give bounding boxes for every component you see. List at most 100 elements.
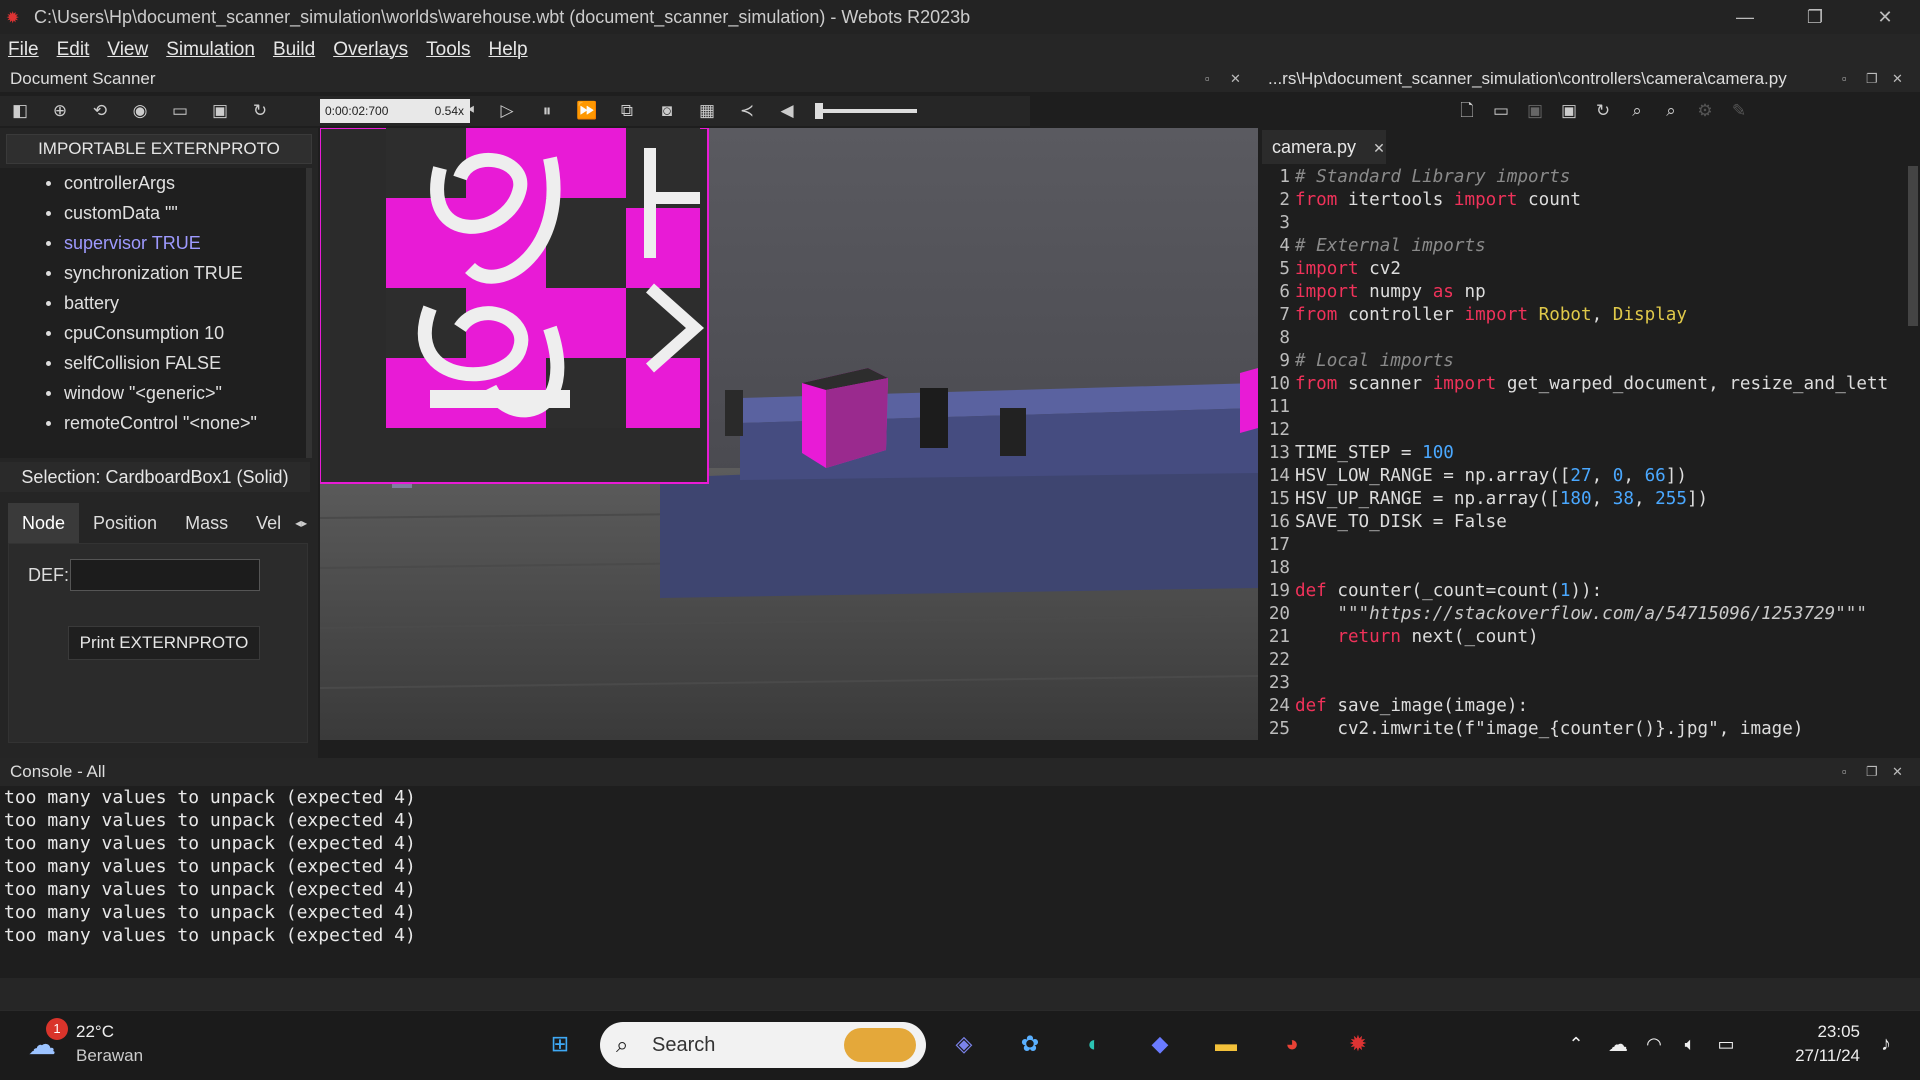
code-text: import numpy as np	[1295, 282, 1486, 302]
menu-view[interactable]: View	[107, 39, 148, 61]
field-item[interactable]: controllerArgs	[0, 168, 310, 198]
code-scrollbar[interactable]	[1908, 166, 1918, 326]
volume-icon[interactable]: ◀	[774, 98, 800, 124]
step-icon[interactable]: ▷	[494, 98, 520, 124]
rendering-icon[interactable]: ⧉	[614, 98, 640, 124]
close-panel-icon[interactable]: ✕	[1892, 66, 1903, 92]
open-world-icon[interactable]: ▭	[167, 98, 193, 124]
volume-tray-icon[interactable]: 🔈︎	[1670, 1024, 1710, 1064]
save-file-icon[interactable]: ▣	[1522, 98, 1548, 124]
taskbar-search-box[interactable]: ⌕ Search	[600, 1022, 926, 1068]
field-item[interactable]: selfCollision FALSE	[0, 348, 310, 378]
windows-start-icon[interactable]: ⊞	[540, 1024, 580, 1064]
weather-widget[interactable]: ☁ 1 22°C Berawan	[24, 1018, 184, 1070]
undock-icon[interactable]: ▫	[1842, 66, 1847, 92]
reload-world-icon[interactable]: ↻	[247, 98, 273, 124]
build-icon[interactable]: ⚙	[1692, 98, 1718, 124]
code-line: 14 HSV_LOW_RANGE = np.array([27, 0, 66])	[1262, 465, 1910, 488]
chevron-up-icon[interactable]: ⌃	[1556, 1024, 1596, 1064]
field-item-selected[interactable]: supervisor TRUE	[0, 228, 310, 258]
reset-view-icon[interactable]: ⟲	[87, 98, 113, 124]
onedrive-icon[interactable]: ☁	[1598, 1024, 1638, 1064]
close-panel-icon[interactable]: ✕	[1230, 66, 1241, 92]
code-text: def counter(_count=count(1)):	[1295, 581, 1603, 601]
line-number: 4	[1279, 236, 1290, 256]
field-item[interactable]: synchronization TRUE	[0, 258, 310, 288]
volume-slider-handle[interactable]	[815, 103, 823, 119]
menu-tools[interactable]: Tools	[426, 39, 470, 61]
save-all-icon[interactable]: ▣	[1556, 98, 1582, 124]
replace-icon[interactable]: ⌕	[1658, 98, 1684, 124]
revert-icon[interactable]: ↻	[1590, 98, 1616, 124]
tab-mass[interactable]: Mass	[171, 503, 242, 543]
bing-icon[interactable]: ◆	[1140, 1024, 1180, 1064]
webots-taskbar-icon[interactable]: ✹	[1338, 1024, 1378, 1064]
close-window-button[interactable]: ✕	[1850, 0, 1920, 34]
tab-scroll-arrows-icon[interactable]: ◂▸	[295, 516, 307, 530]
menu-help[interactable]: Help	[489, 39, 528, 61]
undock-icon[interactable]: ▫	[1842, 764, 1847, 779]
add-node-icon[interactable]: ⊕	[47, 98, 73, 124]
record-video-icon[interactable]: ▦	[694, 98, 720, 124]
minimize-button[interactable]: —	[1710, 0, 1780, 34]
field-item[interactable]: cpuConsumption 10	[0, 318, 310, 348]
find-icon[interactable]: ⌕	[1624, 98, 1650, 124]
menu-file[interactable]: File	[8, 39, 39, 61]
field-list-scrollbar[interactable]	[306, 168, 312, 458]
importable-externproto-button[interactable]: IMPORTABLE EXTERNPROTO	[6, 134, 312, 164]
code-text: HSV_LOW_RANGE = np.array([27, 0, 66])	[1295, 466, 1687, 486]
field-item[interactable]: customData ""	[0, 198, 310, 228]
code-line: 22	[1262, 649, 1910, 672]
field-item[interactable]: remoteControl "<none>"	[0, 408, 310, 438]
menu-overlays[interactable]: Overlays	[333, 39, 408, 61]
code-text: """https://stackoverflow.com/a/54715096/…	[1337, 604, 1867, 624]
pause-icon[interactable]: ⏸	[534, 98, 560, 124]
file-explorer-icon[interactable]: ▬	[1206, 1024, 1246, 1064]
share-icon[interactable]: ≺	[734, 98, 760, 124]
tab-node[interactable]: Node	[8, 503, 80, 543]
restore-button[interactable]: ❐	[1780, 0, 1850, 34]
fast-forward-icon[interactable]: ⏩	[574, 98, 600, 124]
edge-icon[interactable]: ◐	[1074, 1024, 1114, 1064]
wifi-icon[interactable]: ◠	[1634, 1024, 1674, 1064]
code-text: cv2.imwrite(f"image_{counter()}.jpg", im…	[1295, 719, 1804, 739]
toggle-scene-tree-icon[interactable]: ◧	[7, 98, 33, 124]
editor-path: ...rs\Hp\document_scanner_simulation\con…	[1268, 69, 1787, 88]
code-text-area[interactable]: 1 # Standard Library imports 2 from itertoo…	[1262, 166, 1910, 744]
tab-position[interactable]: Position	[79, 503, 171, 543]
open-file-icon[interactable]: ▭	[1488, 98, 1514, 124]
tab-velocity[interactable]: Vel	[242, 503, 295, 543]
chrome-icon[interactable]: ◕	[1272, 1024, 1312, 1064]
save-world-icon[interactable]: ▣	[207, 98, 233, 124]
menu-edit[interactable]: Edit	[57, 39, 90, 61]
tab-camera-py[interactable]: camera.py ✕	[1262, 130, 1386, 164]
new-file-icon[interactable]: 🗋	[1454, 98, 1480, 124]
notification-bell-icon[interactable]: ♪	[1866, 1024, 1906, 1064]
code-text: return next(_count)	[1337, 627, 1539, 647]
menu-simulation[interactable]: Simulation	[166, 39, 255, 61]
screenshot-icon[interactable]: ◙	[654, 98, 680, 124]
clean-icon[interactable]: ✎	[1726, 98, 1752, 124]
def-input[interactable]	[70, 559, 260, 591]
3d-viewport[interactable]	[320, 128, 1258, 740]
undock-icon[interactable]: ▫	[1205, 66, 1210, 92]
copilot-icon[interactable]: ✿	[1010, 1024, 1050, 1064]
teams-icon[interactable]: ◈	[944, 1024, 984, 1064]
menu-build[interactable]: Build	[273, 39, 315, 61]
system-clock[interactable]: 23:05 27/11/24	[1760, 1020, 1860, 1068]
field-item[interactable]: battery	[0, 288, 310, 318]
line-number: 5	[1279, 259, 1290, 279]
close-tab-icon[interactable]: ✕	[1373, 140, 1385, 156]
maximize-panel-icon[interactable]: ❐	[1866, 764, 1878, 780]
print-externproto-button[interactable]: Print EXTERNPROTO	[68, 626, 260, 660]
volume-slider[interactable]	[815, 103, 917, 119]
visibility-icon[interactable]: ◉	[127, 98, 153, 124]
maximize-panel-icon[interactable]: ❐	[1866, 66, 1878, 92]
close-panel-icon[interactable]: ✕	[1892, 764, 1903, 780]
line-number: 11	[1268, 397, 1290, 417]
line-number: 15	[1268, 489, 1290, 509]
console-output[interactable]: too many values to unpack (expected 4) to…	[0, 786, 1920, 978]
code-text: # External imports	[1295, 236, 1486, 256]
field-item[interactable]: window "<generic>"	[0, 378, 310, 408]
battery-icon[interactable]: ▭	[1706, 1024, 1746, 1064]
